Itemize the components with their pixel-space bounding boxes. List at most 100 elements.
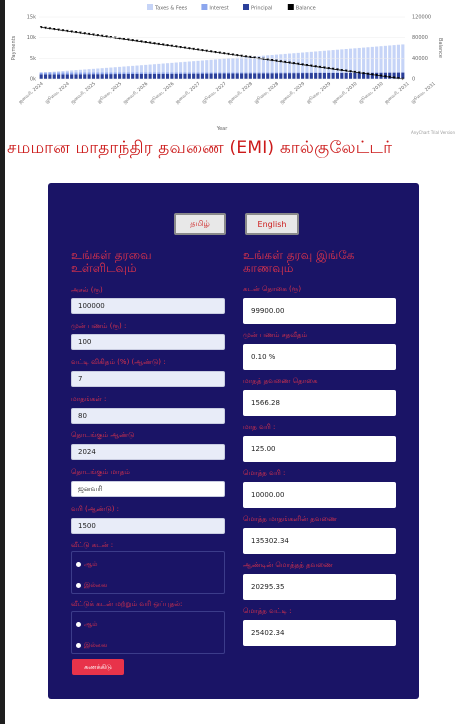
bar-taxes [161,63,165,73]
bar-taxes [157,63,161,73]
total-months-emi-label: மொத்த மாதங்களின் தவணை [243,515,338,523]
bar-principal [179,73,183,79]
bar-interest [161,72,165,74]
bar-taxes [362,47,366,73]
bar-taxes [235,57,239,73]
legend-swatch [147,4,153,10]
down-payment-percent-output: 0.10 % [243,344,396,370]
x-tick-label: ஜூலை, 2030 [358,81,385,105]
bar-taxes [196,60,200,73]
bar-principal [96,74,100,79]
calculate-button[interactable]: கணக்கிடு [72,659,124,675]
bar-taxes [139,65,143,73]
bar-interest [39,72,43,75]
english-button[interactable]: English [245,213,299,235]
bar-interest [196,72,200,74]
bar-taxes [318,51,322,73]
bar-taxes [200,60,204,73]
bar-taxes [305,52,309,73]
tax-approval-label: வீட்டுக் கடன் மற்றும் வரி ஒப்புதல்: [71,600,183,608]
down-payment-input[interactable]: 100 [71,334,225,350]
bar-taxes [174,62,178,73]
legend-label: Taxes & Fees [154,6,188,12]
x-tick-label: ஜனவரி, 2025 [70,81,97,105]
bar-principal [148,73,152,79]
bar-principal [65,74,69,79]
bar-taxes [357,47,361,73]
bar-principal [305,73,309,79]
chart-credit[interactable]: AnyChart Trial Version [411,130,455,135]
bar-interest [83,72,87,75]
annual-emi-label: ஆண்டின் மொத்தத் தவணை [243,561,333,569]
bar-taxes [135,65,139,73]
bar-taxes [122,66,126,73]
bar-taxes [383,45,387,73]
x-tick-label: ஜனவரி, 2030 [331,81,358,105]
x-tick-label: ஜூலை, 2024 [44,81,71,105]
home-loan-yes[interactable]: ஆம் [76,560,97,569]
bar-principal [83,74,87,79]
bar-taxes [270,54,274,73]
bar-interest [240,72,244,74]
bar-principal [144,73,148,79]
bar-principal [340,72,344,79]
x-tick-label: ஜனவரி, 2027 [174,81,201,105]
tax-input[interactable]: 1500 [71,518,225,534]
bar-interest [187,72,191,74]
bar-principal [131,73,135,79]
bar-principal [174,73,178,79]
start-month-select[interactable]: ஜனவரி [71,481,225,497]
y-tick-right: 40000 [412,56,428,62]
x-tick-label: ஜூலை, 2027 [201,81,228,105]
bar-principal [309,73,313,79]
tax-approval-radio-group: ஆம் இல்லை [71,611,225,654]
home-loan-no[interactable]: இல்லை [76,581,107,590]
bar-principal [126,73,130,79]
radio-icon[interactable] [76,643,81,648]
bar-principal [87,74,91,79]
bar-principal [118,74,122,79]
bar-principal [274,73,279,79]
tax-label: வரி (ஆண்டு) : [71,505,120,513]
radio-icon[interactable] [76,583,81,588]
bar-principal [209,73,213,79]
interest-rate-label: வட்டி விகிதம் (%) (ஆண்டு) : [71,358,166,366]
bar-principal [52,74,56,79]
bar-principal [222,73,226,79]
total-months-emi-output: 135302.34 [243,528,396,554]
monthly-tax-output: 125.00 [243,436,396,462]
start-year-input[interactable]: 2024 [71,444,225,460]
tax-approval-no[interactable]: இல்லை [76,641,107,650]
input-heading: உங்கள் தரவை உள்ளிடவும் [71,248,152,275]
x-tick-label: ஜூலை, 2025 [96,81,123,105]
principal-input[interactable]: 100000 [71,298,225,314]
bar-principal [261,73,265,79]
total-interest-label: மொத்த வட்டி : [243,607,292,615]
x-tick-label: ஜனவரி, 2028 [226,81,253,105]
bar-taxes [96,68,100,73]
radio-icon[interactable] [76,622,81,627]
bar-taxes [83,69,87,73]
x-tick-label: ஜனவரி, 2026 [122,81,149,105]
bar-taxes [296,52,300,73]
radio-icon[interactable] [76,562,81,567]
tamil-button[interactable]: தமிழ் [174,213,226,235]
tax-approval-yes[interactable]: ஆம் [76,620,97,629]
bar-principal [287,73,292,79]
bar-interest [126,72,130,74]
y-tick-left: 15k [27,15,36,21]
months-input[interactable]: 80 [71,408,225,424]
bar-interest [279,72,283,74]
bar-interest [118,72,122,75]
bar-principal [100,74,104,79]
bar-taxes [87,69,91,73]
bar-principal [78,74,82,79]
bar-taxes [48,71,52,73]
interest-rate-input[interactable]: 7 [71,371,225,387]
bar-interest [287,72,292,74]
bar-principal [231,73,235,79]
chart-bars [39,44,405,79]
bar-principal [187,73,191,79]
home-loan-radio-group: ஆம் இல்லை [71,551,225,594]
bar-interest [283,72,287,74]
